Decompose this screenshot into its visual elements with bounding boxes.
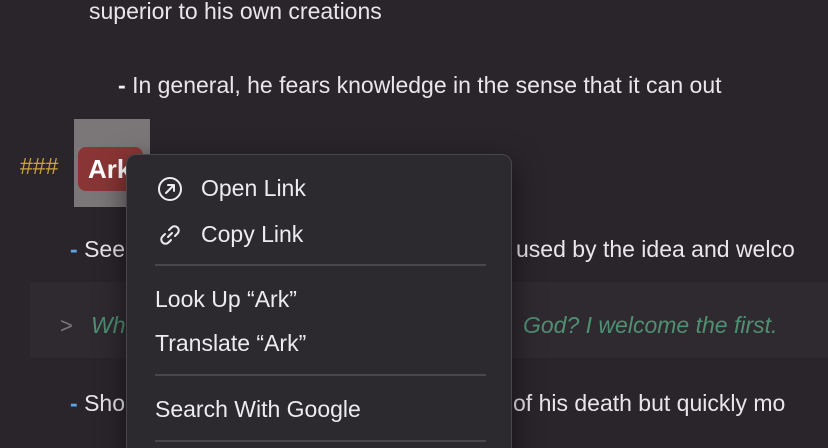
menu-item-label: Search With Google	[155, 396, 361, 422]
bullet-line: - Sho	[70, 389, 125, 417]
line-text: See	[84, 236, 125, 262]
context-menu: Open Link Copy Link Look Up “Ark” Transl…	[126, 154, 512, 448]
menu-item-label: Copy Link	[201, 221, 304, 247]
line-text-end: used by the idea and welco	[516, 236, 795, 262]
text-line: superior to his own creations	[89, 0, 382, 25]
line-text: Sho	[84, 390, 125, 416]
line-text: In general, he fears knowledge in the se…	[132, 72, 722, 98]
quote-marker: >	[60, 313, 73, 338]
link-icon	[160, 225, 180, 245]
menu-item-label: Open Link	[201, 175, 306, 201]
line-text-end: of his death but quickly mo	[513, 390, 786, 416]
quote-text-end: God? I welcome the first.	[523, 312, 778, 338]
bullet-marker: -	[118, 72, 126, 98]
menu-item-label: Translate “Ark”	[155, 330, 307, 356]
menu-separator	[155, 440, 486, 442]
heading-marker: ###	[20, 153, 59, 179]
menu-item-label: Look Up “Ark”	[155, 286, 297, 312]
bullet-line: - See	[70, 235, 125, 263]
bullet-marker: -	[70, 390, 78, 416]
menu-separator	[155, 374, 486, 376]
translate-menu-item[interactable]: Translate “Ark”	[127, 323, 511, 363]
bullet-marker: -	[70, 236, 78, 262]
look-up-menu-item[interactable]: Look Up “Ark”	[127, 279, 511, 319]
sub-bullet-line: - In general, he fears knowledge in the …	[118, 71, 722, 99]
quote-text: Wh	[91, 312, 126, 338]
arrow-up-right-circle-icon	[158, 177, 182, 201]
line-text: superior to his own creations	[89, 0, 382, 24]
copy-link-menu-item[interactable]: Copy Link	[127, 214, 511, 254]
menu-separator	[155, 264, 486, 266]
markdown-editor[interactable]: superior to his own creations - In gener…	[0, 0, 828, 448]
open-link-menu-item[interactable]: Open Link	[127, 168, 511, 208]
search-with-google-menu-item[interactable]: Search With Google	[127, 389, 511, 429]
